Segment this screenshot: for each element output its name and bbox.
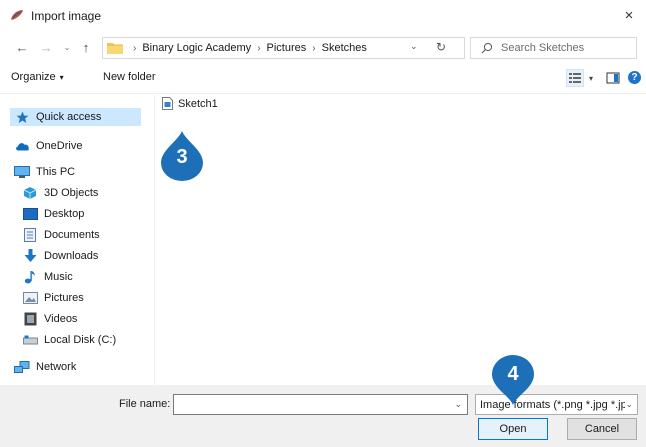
help-icon[interactable]: ? [628, 71, 641, 84]
folder-icon [107, 43, 123, 54]
breadcrumb-sketches[interactable]: Sketches [322, 42, 367, 54]
preview-pane-icon[interactable] [606, 71, 620, 85]
open-button[interactable]: Open [478, 418, 548, 440]
sidebar-item-label: This PC [36, 166, 76, 178]
sidebar-item-network[interactable]: Network [14, 358, 76, 376]
disk-icon [22, 333, 38, 347]
navigation-pane: Quick access OneDrive This PC 3D Objects… [0, 95, 155, 385]
forward-button[interactable]: → [38, 38, 54, 56]
sidebar-item-label: 3D Objects [44, 187, 99, 199]
address-history-chevron-down-icon[interactable]: ⌄ [410, 41, 418, 52]
recent-locations-chevron-down-icon[interactable]: ⌄ [61, 38, 73, 56]
search-box[interactable] [470, 37, 637, 59]
up-folder-button[interactable]: ↑ [78, 38, 94, 56]
change-view-button[interactable] [566, 69, 584, 87]
breadcrumb-pictures[interactable]: Pictures [267, 42, 307, 54]
file-name-label: Sketch1 [178, 98, 218, 110]
file-type-chevron-down-icon: ⌄ [625, 399, 633, 410]
file-item-sketch1[interactable]: Sketch1 [162, 95, 218, 113]
organize-label: Organize [11, 71, 56, 83]
sidebar-item-label: Network [36, 361, 77, 373]
details-view-icon [569, 73, 581, 83]
sidebar-item-downloads[interactable]: Downloads [22, 247, 98, 265]
sidebar-item-pictures[interactable]: Pictures [22, 289, 84, 307]
document-icon [22, 228, 38, 242]
sidebar-item-label: Pictures [44, 292, 84, 304]
file-name-label: File name: [119, 398, 171, 410]
star-icon [14, 110, 30, 124]
sidebar-item-label: Documents [44, 229, 100, 241]
cloud-icon [14, 139, 30, 153]
search-input[interactable] [501, 40, 631, 56]
pictures-icon [22, 291, 38, 305]
sidebar-item-label: Desktop [44, 208, 85, 220]
music-icon [22, 270, 38, 284]
address-bar[interactable]: › Binary Logic Academy › Pictures › Sket… [102, 37, 465, 59]
monitor-icon [14, 165, 30, 179]
search-icon [481, 42, 493, 54]
sidebar-item-onedrive[interactable]: OneDrive [14, 137, 82, 155]
breadcrumb: › Binary Logic Academy › Pictures › Sket… [127, 42, 367, 54]
cube-icon [22, 186, 38, 200]
breadcrumb-binary-logic-academy[interactable]: Binary Logic Academy [142, 42, 251, 54]
sidebar-item-label: OneDrive [36, 140, 83, 152]
step-marker-3: 3 [159, 130, 205, 182]
sidebar-item-label: Downloads [44, 250, 99, 262]
sidebar-item-desktop[interactable]: Desktop [22, 205, 84, 223]
dialog-footer: File name: ⌄ Image formats (*.png *.jpg … [0, 385, 646, 447]
sidebar-item-label: Quick access [36, 111, 102, 123]
cancel-button[interactable]: Cancel [567, 418, 637, 440]
sidebar-item-label: Videos [44, 313, 78, 325]
sidebar-item-music[interactable]: Music [22, 268, 73, 286]
step-marker-4: 4 [490, 354, 536, 406]
sidebar-item-label: Music [44, 271, 73, 283]
download-icon [22, 249, 38, 263]
sidebar-item-videos[interactable]: Videos [22, 310, 77, 328]
sidebar-item-this-pc[interactable]: This PC [14, 163, 75, 181]
file-name-input[interactable] [177, 397, 447, 412]
sidebar-item-3d-objects[interactable]: 3D Objects [22, 184, 98, 202]
sidebar-item-label: Local Disk (C:) [44, 334, 117, 346]
title-bar: Import image × [0, 0, 646, 30]
refresh-icon[interactable]: ↻ [436, 40, 446, 54]
window-title: Import image [31, 9, 102, 23]
network-icon [14, 360, 30, 374]
breadcrumb-separator-icon: › [257, 42, 261, 54]
breadcrumb-separator-icon: › [133, 42, 137, 54]
organize-button[interactable]: Organize ▾ [11, 71, 64, 83]
sidebar-item-local-disk-c[interactable]: Local Disk (C:) [22, 331, 116, 349]
command-toolbar: Organize ▾ New folder ▾ ? [0, 64, 646, 94]
video-icon [22, 312, 38, 326]
new-folder-button[interactable]: New folder [103, 71, 156, 83]
desktop-icon [22, 207, 38, 221]
file-list: Sketch1 [156, 95, 646, 385]
app-icon [11, 10, 23, 20]
step-marker-number: 4 [507, 363, 519, 385]
step-marker-number: 3 [176, 146, 188, 168]
file-name-combobox[interactable]: ⌄ [173, 394, 468, 415]
caret-down-icon: ▾ [59, 73, 64, 82]
view-options-caret-down-icon[interactable]: ▾ [586, 69, 596, 87]
close-button[interactable]: × [612, 0, 646, 30]
sidebar-item-quick-access[interactable]: Quick access [10, 108, 141, 126]
sketch-file-icon [162, 97, 174, 111]
breadcrumb-separator-icon: › [312, 42, 316, 54]
file-name-chevron-down-icon[interactable]: ⌄ [454, 399, 462, 410]
sidebar-item-documents[interactable]: Documents [22, 226, 100, 244]
back-button[interactable]: ← [14, 38, 30, 56]
